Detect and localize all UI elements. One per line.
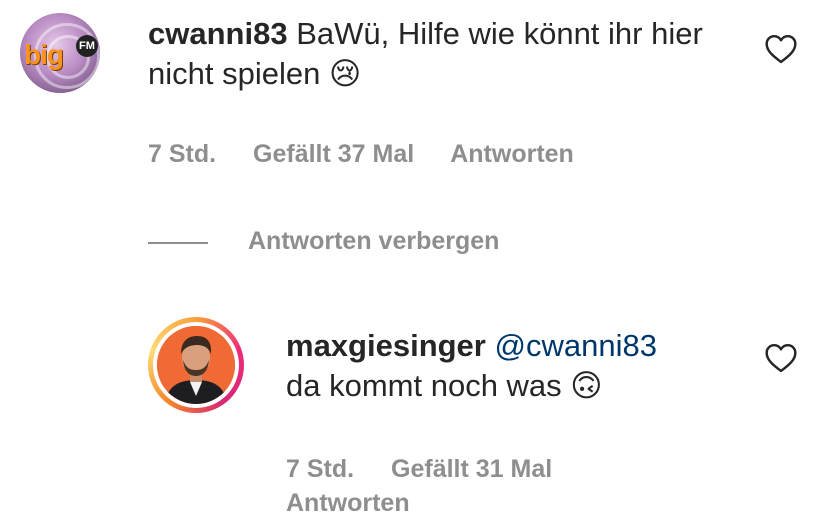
hide-replies-button[interactable]: Antworten verbergen [248,227,499,256]
avatar-logo-badge: FM [76,35,98,57]
reply-likes[interactable]: Gefällt 31 Mal [391,455,552,483]
comment-likes[interactable]: Gefällt 37 Mal [253,140,414,168]
reply-reply-button[interactable]: Antworten [286,489,410,517]
comment-body: cwanni83 BaWü, Hilfe wie könnt ihr hier … [148,14,708,94]
reply-username[interactable]: maxgiesinger [286,328,486,363]
reply-body: maxgiesinger @cwanni83 da kommt noch was… [286,326,746,406]
comment-reply-button[interactable]: Antworten [450,140,574,168]
heart-icon[interactable] [764,343,798,373]
heart-icon[interactable] [764,34,798,64]
divider [148,242,208,244]
reply-text: da kommt noch was [286,368,562,403]
avatar-story-ring[interactable] [148,317,244,413]
comment-username[interactable]: cwanni83 [148,16,288,51]
avatar [157,326,235,404]
avatar[interactable]: big FM [20,13,100,93]
reply-meta: 7 Std. Gefällt 31 Mal Antworten [286,452,706,520]
comment-meta: 7 Std. Gefällt 37 Mal Antworten [148,140,604,169]
avatar-logo-text: big [24,39,64,70]
person-photo-icon [157,326,235,404]
reply-mention[interactable]: @cwanni83 [495,328,657,363]
comment-time[interactable]: 7 Std. [148,140,216,168]
upside-down-face-emoji: 🙃 [570,368,603,403]
crying-emoji: 😢 [328,56,362,91]
reply-time[interactable]: 7 Std. [286,455,354,483]
